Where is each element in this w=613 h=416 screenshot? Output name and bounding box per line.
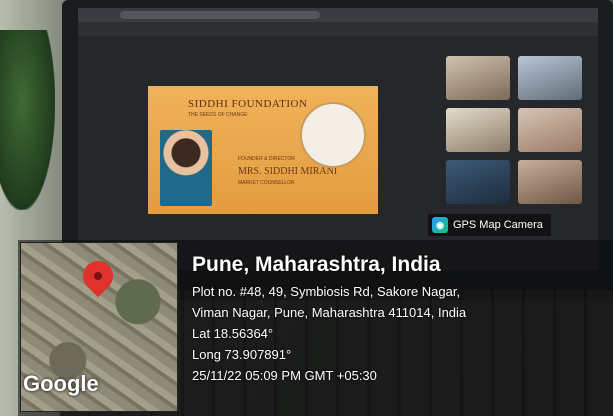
speaker-photo xyxy=(160,130,212,206)
longitude: Long 73.907891° xyxy=(192,347,292,362)
participant-tile xyxy=(446,160,510,204)
gps-camera-logo-icon: ◉ xyxy=(432,217,448,233)
plant xyxy=(0,30,55,210)
timestamp: 25/11/22 05:09 PM GMT +05:30 xyxy=(192,368,377,383)
slide-speaker-name: MRS. SIDDHI MIRANI xyxy=(238,166,338,177)
location-details: Pune, Maharashtra, India Plot no. #48, 4… xyxy=(192,252,607,386)
map-pin-icon xyxy=(76,254,120,298)
browser-address-bar xyxy=(78,8,598,22)
slide-role: FOUNDER & DIRECTOR xyxy=(238,156,295,162)
participant-tile xyxy=(518,108,582,152)
foundation-logo xyxy=(300,102,366,168)
pin-center xyxy=(92,270,104,282)
participant-tile xyxy=(518,160,582,204)
slide-designation: MARKET COUNSELLOR xyxy=(238,180,295,186)
address-line-2: Viman Nagar, Pune, Maharashtra 411014, I… xyxy=(192,305,467,320)
map-thumbnail: Google xyxy=(20,242,178,412)
url-field xyxy=(120,11,320,19)
gps-app-name: GPS Map Camera xyxy=(453,219,543,231)
participant-tile xyxy=(518,56,582,100)
presentation-slide: SIDDHI FOUNDATION THE SEEDS OF CHANGE FO… xyxy=(148,86,378,214)
participant-tile xyxy=(446,108,510,152)
participant-tile xyxy=(446,56,510,100)
gps-map-camera-tag: ◉ GPS Map Camera xyxy=(428,214,551,236)
meeting-header xyxy=(78,22,598,36)
slide-subtitle: THE SEEDS OF CHANGE xyxy=(188,112,248,118)
participant-gallery xyxy=(446,56,586,206)
location-title: Pune, Maharashtra, India xyxy=(192,253,441,276)
slide-title: SIDDHI FOUNDATION xyxy=(188,98,308,110)
google-logo: Google xyxy=(23,371,99,396)
address-line-1: Plot no. #48, 49, Symbiosis Rd, Sakore N… xyxy=(192,284,461,299)
latitude: Lat 18.56364° xyxy=(192,326,274,341)
